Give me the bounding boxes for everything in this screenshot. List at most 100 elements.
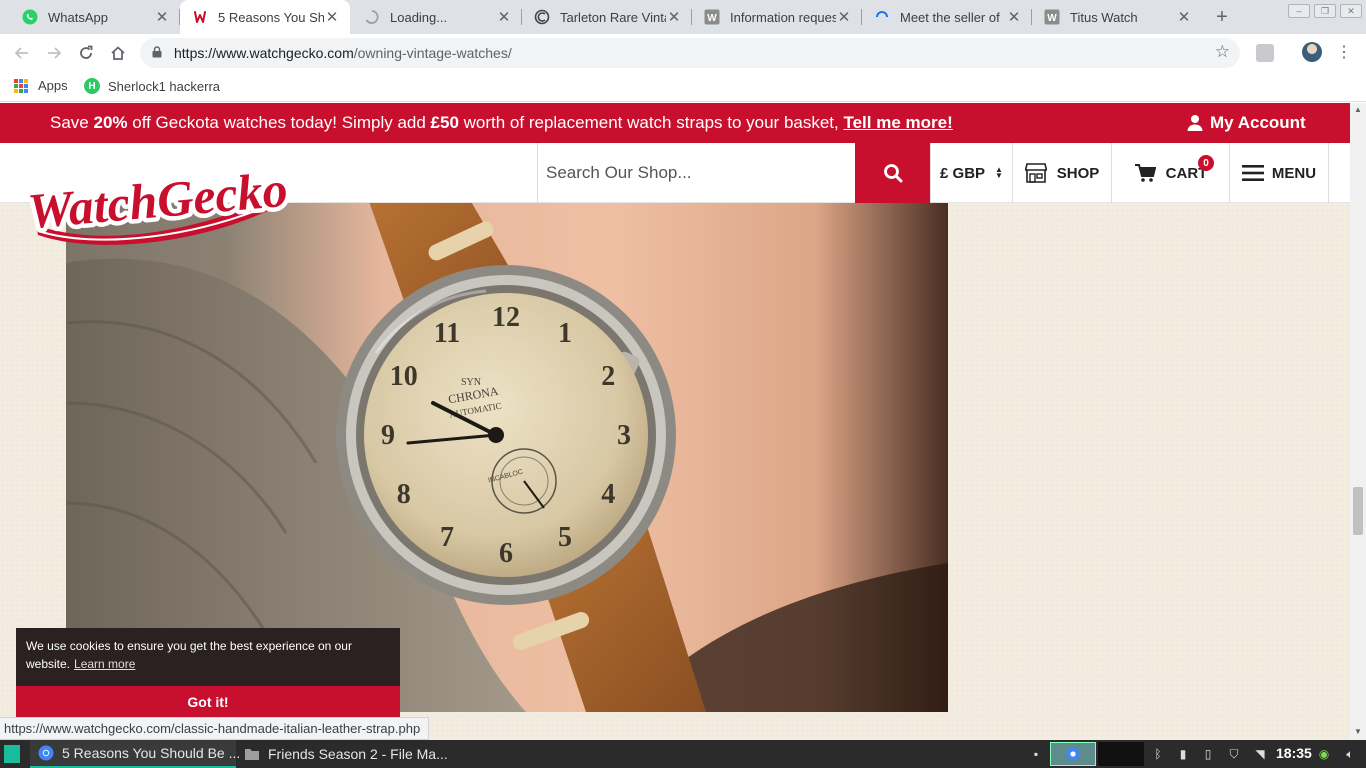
cookie-consent-banner: We use cookies to ensure you get the bes… (16, 628, 400, 718)
hamburger-menu-icon (1241, 165, 1264, 181)
browser-toolbar: https://www.watchgecko.com/owning-vintag… (0, 34, 1366, 72)
dial-numeral: 5 (558, 522, 572, 553)
cart-button[interactable]: CART 0 (1111, 143, 1229, 203)
promo-banner: Save 20% off Geckota watches today! Simp… (0, 103, 1350, 143)
cookie-accept-button[interactable]: Got it! (16, 686, 400, 718)
reload-icon[interactable] (74, 41, 98, 65)
workspace-icon[interactable]: ▪ (1028, 746, 1044, 762)
tab-meet-the-seller[interactable]: Meet the seller of ✕ (862, 0, 1032, 34)
tab-information-request[interactable]: W Information request ✕ (692, 0, 862, 34)
svg-text:W: W (1047, 13, 1057, 24)
search-icon (883, 164, 902, 183)
updown-arrow-icon: ▲ ▼ (995, 165, 1003, 180)
promo-percent: 20% (93, 113, 128, 132)
close-icon[interactable]: ✕ (1176, 8, 1192, 26)
menu-button[interactable]: MENU (1229, 143, 1329, 203)
search-box (537, 143, 855, 203)
maximize-window-icon[interactable]: ❐ (1314, 4, 1336, 18)
close-window-icon[interactable]: ✕ (1340, 4, 1362, 18)
update-icon[interactable]: ◉ (1316, 746, 1332, 762)
tab-title: Information request (730, 9, 836, 25)
tab-loading[interactable]: Loading... ✕ (352, 0, 522, 34)
close-icon[interactable]: ✕ (666, 8, 682, 26)
close-icon[interactable]: ✕ (1006, 8, 1022, 26)
shield-icon[interactable]: ⛉ (1226, 746, 1242, 762)
logo-text: WatchGecko (26, 161, 290, 239)
more-menu-icon[interactable]: ⋮ (1336, 42, 1352, 62)
taskbar-clock[interactable]: 18:35 (1276, 745, 1312, 761)
promo-text: worth of replacement watch straps to you… (458, 113, 844, 132)
extension-icon[interactable] (1256, 44, 1274, 62)
back-arrow-icon[interactable] (10, 41, 34, 65)
watchgecko-logo[interactable]: WatchGecko WatchGecko (26, 155, 290, 247)
dial-numeral: 8 (397, 479, 411, 510)
link-status-bubble: https://www.watchgecko.com/classic-handm… (0, 717, 430, 740)
promo-text: off Geckota watches today! Simply add (127, 113, 431, 132)
my-account-link[interactable]: My Account (1186, 113, 1306, 133)
workspace-2-preview[interactable] (1098, 742, 1144, 766)
url-path: /owning-vintage-watches/ (353, 45, 512, 61)
new-tab-button[interactable]: + (1210, 5, 1234, 29)
bookmark-label: Apps (38, 78, 68, 93)
close-icon[interactable]: ✕ (154, 8, 170, 26)
bookmark-apps[interactable]: Apps (14, 78, 68, 93)
taskbar-item-chrome[interactable]: 5 Reasons You Should Be ... (30, 740, 240, 768)
clipboard-icon[interactable]: ▯ (1200, 746, 1216, 762)
close-icon[interactable]: ✕ (496, 8, 512, 26)
tab-title: Titus Watch (1070, 9, 1138, 25)
scrollbar-thumb[interactable] (1353, 487, 1363, 535)
dial-numeral: 7 (440, 522, 454, 553)
battery-charging-icon[interactable]: ▮ (1175, 746, 1191, 762)
close-icon[interactable]: ✕ (324, 8, 340, 26)
os-taskbar: 5 Reasons You Should Be ... Friends Seas… (0, 740, 1366, 768)
scroll-down-arrow-icon[interactable]: ▼ (1354, 727, 1362, 736)
address-bar[interactable]: https://www.watchgecko.com/owning-vintag… (140, 38, 1240, 68)
bookmark-hackerrank[interactable]: H Sherlock1 hackerra (84, 78, 220, 94)
page-scrollbar[interactable]: ▲ ▼ (1350, 103, 1366, 740)
close-icon[interactable]: ✕ (836, 8, 852, 26)
tab-title: WhatsApp (48, 9, 108, 25)
cart-icon (1134, 164, 1156, 182)
apps-grid-icon (14, 78, 28, 93)
dial-numeral: 2 (601, 361, 615, 392)
taskbar-item-file-manager[interactable]: Friends Season 2 - File Ma... (236, 740, 448, 768)
browser-tab-strip: WhatsApp ✕ 5 Reasons You Should Be Ownin… (0, 0, 1366, 34)
tell-me-more-link[interactable]: Tell me more! (843, 113, 952, 132)
chrome-icon (1066, 747, 1080, 761)
wifi-icon[interactable]: ◥ (1252, 746, 1268, 762)
forward-arrow-icon[interactable] (42, 41, 66, 65)
url-host: https://www.watchgecko.com (174, 45, 354, 61)
tab-tarleton[interactable]: Tarleton Rare Vintage ✕ (522, 0, 692, 34)
taskbar-item-label: Friends Season 2 - File Ma... (268, 746, 448, 762)
user-icon (1187, 115, 1203, 131)
volume-icon[interactable]: 🔈︎ (1342, 746, 1358, 762)
bookmark-star-icon[interactable]: ☆ (1215, 42, 1230, 62)
dial-numeral: 3 (617, 420, 631, 451)
lock-icon (152, 46, 162, 58)
currency-selector[interactable]: £ GBP ▲ ▼ (930, 143, 1012, 203)
menu-label: MENU (1271, 164, 1317, 182)
start-menu-icon[interactable] (4, 745, 20, 763)
dial-numeral: 4 (601, 479, 615, 510)
profile-avatar[interactable] (1302, 42, 1322, 62)
learn-more-link[interactable]: Learn more (74, 657, 135, 671)
whatsapp-icon (22, 9, 38, 25)
promo-text: Save (50, 113, 94, 132)
minimize-window-icon[interactable]: – (1288, 4, 1310, 18)
bluetooth-icon[interactable]: ᛒ (1150, 746, 1166, 762)
search-input[interactable] (546, 163, 846, 183)
scroll-up-arrow-icon[interactable]: ▲ (1354, 105, 1362, 114)
tab-watchgecko-article[interactable]: 5 Reasons You Should Be Owning Vintage W… (180, 0, 350, 34)
shop-button[interactable]: SHOP (1012, 143, 1111, 203)
home-icon[interactable] (106, 41, 130, 65)
chrome-icon (38, 745, 54, 761)
dial-numeral: 1 (558, 318, 572, 349)
search-button[interactable] (855, 143, 930, 203)
folder-icon (245, 749, 259, 760)
w-icon: W (1044, 9, 1060, 25)
tab-titus-watch[interactable]: W Titus Watch ✕ (1032, 0, 1202, 34)
workspace-1-preview[interactable] (1050, 742, 1096, 766)
cart-count-badge: 0 (1198, 155, 1214, 171)
dial-numeral: 9 (381, 420, 395, 451)
tab-whatsapp[interactable]: WhatsApp ✕ (10, 0, 180, 34)
